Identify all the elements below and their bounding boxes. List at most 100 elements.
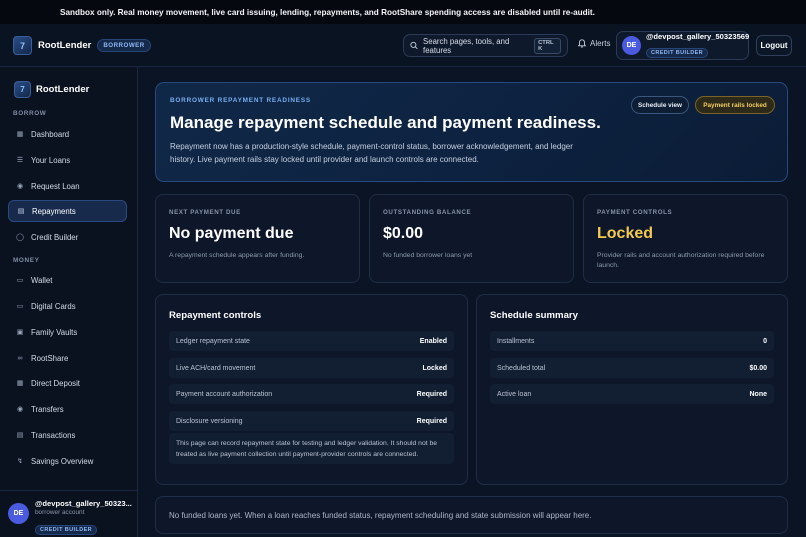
logo-icon: 7 — [13, 36, 32, 55]
vault-icon: ▣ — [16, 329, 24, 336]
summary-row: Installments 0 — [490, 331, 774, 351]
summary-row: Active loan None — [490, 384, 774, 404]
sidebar-item-direct-deposit[interactable]: ▦ Direct Deposit — [8, 372, 127, 394]
page-title: Manage repayment schedule and payment re… — [170, 113, 601, 132]
stat-value: No payment due — [169, 225, 294, 242]
sidebar-item-label: Transfers — [31, 404, 64, 414]
logout-button[interactable]: Logout — [756, 35, 792, 56]
user-menu[interactable]: DE @devpost_gallery_50323569 CREDIT BUIL… — [616, 31, 749, 60]
sidebar-item-repayments[interactable]: ▤ Repayments — [8, 200, 127, 222]
search-placeholder[interactable]: Search pages, tools, and features — [423, 37, 527, 55]
sidebar-item-label: Dashboard — [31, 129, 70, 139]
transfer-icon: ◉ — [16, 406, 24, 413]
sidebar-brand[interactable]: 7 RootLender — [14, 81, 89, 98]
control-row: Live ACH/card movement Locked — [169, 358, 454, 378]
card-icon: ▭ — [16, 303, 24, 310]
schedule-view-button[interactable]: Schedule view — [631, 96, 689, 114]
control-row: Ledger repayment state Enabled — [169, 331, 454, 351]
sidebar-item-request-loan[interactable]: ◉ Request Loan — [8, 175, 127, 197]
dashboard-icon: ▦ — [16, 131, 24, 138]
receipt-icon: ▤ — [17, 208, 25, 215]
sidebar-item-label: Family Vaults — [31, 327, 78, 337]
sidebar-item-label: Credit Builder — [31, 232, 79, 242]
sidebar-item-label: Direct Deposit — [31, 378, 80, 388]
stat-label: PAYMENT CONTROLS — [597, 209, 673, 216]
stat-label: OUTSTANDING BALANCE — [383, 209, 472, 216]
sidebar-user-name: @devpost_gallery_50323... — [35, 499, 132, 508]
header-brand[interactable]: 7 RootLender BORROWER — [13, 36, 151, 55]
stat-subtext: No funded borrower loans yet — [383, 252, 473, 259]
avatar: DE — [8, 503, 29, 524]
building-icon: ▦ — [16, 380, 24, 387]
loans-icon: ☰ — [16, 157, 24, 164]
sidebar-item-dashboard[interactable]: ▦ Dashboard — [8, 123, 127, 145]
alerts-button[interactable]: Alerts — [578, 39, 610, 48]
sidebar-item-label: Savings Overview — [31, 456, 94, 466]
wallet-icon: ▭ — [16, 277, 24, 284]
hero-card: BORROWER REPAYMENT READINESS Manage repa… — [155, 82, 788, 182]
hero-eyebrow: BORROWER REPAYMENT READINESS — [170, 97, 311, 104]
avatar: DE — [622, 36, 641, 55]
control-row: Payment account authorization Required — [169, 384, 454, 404]
section-money: MONEY — [13, 257, 40, 264]
search-box[interactable]: Search pages, tools, and features CTRL K — [403, 34, 568, 57]
sidebar-item-transfers[interactable]: ◉ Transfers — [8, 398, 127, 420]
controls-note: This page can record repayment state for… — [169, 433, 454, 464]
search-shortcut: CTRL K — [534, 37, 561, 54]
sidebar-item-label: Wallet — [31, 275, 53, 285]
bell-icon — [578, 39, 586, 48]
credit-builder-badge: CREDIT BUILDER — [35, 525, 98, 535]
row-label: Live ACH/card movement — [176, 364, 256, 372]
top-bar: 7 RootLender BORROWER Search pages, tool… — [0, 24, 806, 67]
stat-outstanding-balance: OUTSTANDING BALANCE $0.00 No funded borr… — [369, 194, 574, 283]
sidebar-item-transactions[interactable]: ▤ Transactions — [8, 424, 127, 446]
sidebar-brand-name: RootLender — [36, 84, 90, 95]
sandbox-banner: Sandbox only. Real money movement, live … — [0, 0, 806, 24]
row-label: Scheduled total — [497, 364, 546, 372]
section-borrow: BORROW — [13, 110, 47, 117]
stat-value: $0.00 — [383, 225, 424, 242]
row-value: Locked — [422, 364, 447, 372]
savings-icon: ↯ — [17, 458, 23, 465]
stat-subtext: A repayment schedule appears after fundi… — [169, 252, 305, 259]
sidebar-item-wallet[interactable]: ▭ Wallet — [8, 269, 127, 291]
credit-builder-badge: CREDIT BUILDER — [646, 48, 709, 58]
row-value: Required — [416, 390, 447, 398]
repayment-controls-panel: Repayment controls Ledger repayment stat… — [155, 294, 468, 485]
row-label: Payment account authorization — [176, 390, 273, 398]
dollar-icon: ◉ — [16, 183, 24, 190]
sidebar-user-role: borrower account — [35, 509, 85, 516]
hero-description: Repayment now has a production-style sch… — [170, 142, 573, 164]
sidebar-item-label: Digital Cards — [31, 301, 76, 311]
row-label: Active loan — [497, 390, 532, 398]
control-row: Disclosure versioning Required — [169, 411, 454, 431]
sidebar: 7 RootLender BORROW ▦ Dashboard ☰ Your L… — [0, 67, 138, 537]
main-content: BORROWER REPAYMENT READINESS Manage repa… — [138, 67, 806, 537]
sidebar-item-label: Your Loans — [31, 155, 71, 165]
sidebar-item-rootshare[interactable]: ∞ RootShare — [8, 347, 127, 369]
sidebar-user-card[interactable]: DE @devpost_gallery_50323... borrower ac… — [0, 490, 138, 537]
row-label: Disclosure versioning — [176, 417, 243, 425]
shield-icon: ◯ — [16, 234, 24, 241]
search-icon — [410, 41, 418, 50]
sidebar-item-label: Transactions — [31, 430, 76, 440]
share-icon: ∞ — [17, 354, 23, 362]
row-label: Installments — [497, 337, 535, 345]
empty-state-card: No funded loans yet. When a loan reaches… — [155, 496, 788, 534]
schedule-summary-panel: Schedule summary Installments 0 Schedule… — [476, 294, 788, 485]
panel-title: Schedule summary — [490, 310, 578, 321]
row-value: 0 — [763, 337, 767, 345]
sidebar-item-digital-cards[interactable]: ▭ Digital Cards — [8, 295, 127, 317]
stat-value: Locked — [597, 225, 654, 242]
panel-title: Repayment controls — [169, 310, 262, 321]
row-value: Enabled — [419, 337, 447, 345]
sidebar-item-savings-overview[interactable]: ↯ Savings Overview — [8, 450, 127, 472]
sidebar-item-label: RootShare — [31, 353, 69, 363]
sidebar-item-credit-builder[interactable]: ◯ Credit Builder — [8, 226, 127, 248]
role-badge: BORROWER — [97, 39, 151, 52]
stat-next-payment: NEXT PAYMENT DUE No payment due A repaym… — [155, 194, 360, 283]
stat-payment-controls: PAYMENT CONTROLS Locked Provider rails a… — [583, 194, 788, 283]
sidebar-item-label: Request Loan — [31, 181, 80, 191]
sidebar-item-family-vaults[interactable]: ▣ Family Vaults — [8, 321, 127, 343]
sidebar-item-your-loans[interactable]: ☰ Your Loans — [8, 149, 127, 171]
